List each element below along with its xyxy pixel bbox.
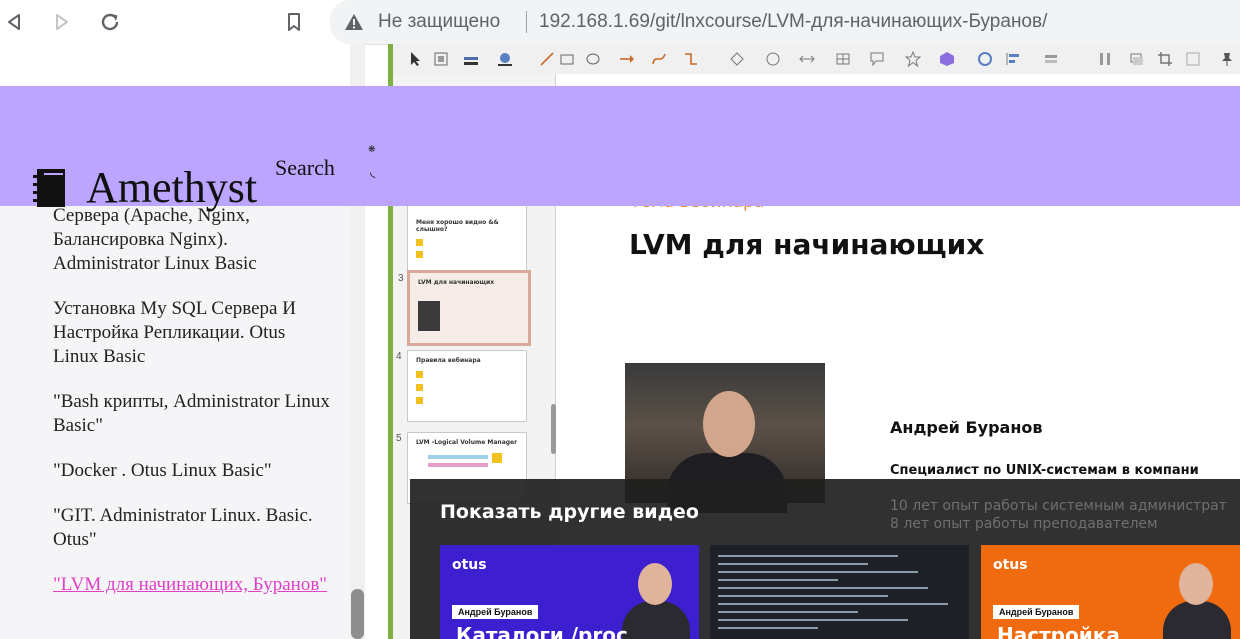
arrange-icon — [1045, 55, 1057, 63]
distribute-icon — [1100, 53, 1110, 65]
3d-object-icon — [940, 52, 954, 66]
site-header: Amethyst Search ❋ ◟ — [0, 86, 1240, 212]
crop-icon — [1158, 52, 1172, 66]
sidebar-item[interactable]: "Docker . Otus Linux Basic" — [53, 459, 333, 483]
notebook-icon[interactable] — [31, 168, 67, 212]
url-text[interactable]: 192.168.1.69/git/lnxcourse/LVM-для-начин… — [539, 11, 1047, 33]
slide-thumbnail-selected[interactable]: 3 LVM для начинающих — [398, 270, 531, 346]
video-card[interactable]: otus Андрей Буранов Настройка — [981, 545, 1240, 639]
more-videos-title: Показать другие видео — [440, 501, 699, 523]
warning-icon[interactable] — [344, 13, 364, 35]
sidebar-nav: Сервера (Apache, Nginx, Балансировка Ngi… — [53, 204, 333, 618]
rotate-icon — [978, 52, 992, 66]
video-card[interactable] — [710, 545, 969, 639]
address-bar[interactable]: Не защищено 192.168.1.69/git/lnxcourse/L… — [330, 0, 1240, 44]
otus-logo: otus — [993, 557, 1028, 573]
sidebar-item[interactable]: "Bash крипты, Administrator Linux Basic" — [53, 390, 333, 438]
slide-title: LVM для начинающих — [629, 228, 985, 261]
bookmark-icon[interactable] — [280, 8, 308, 36]
presenter-thumbnail — [1157, 549, 1237, 639]
forward-icon[interactable] — [48, 8, 76, 36]
video-card[interactable]: otus Андрей Буранов Каталоги /proc — [440, 545, 699, 639]
flowchart-icon — [836, 53, 850, 65]
experience-text: 10 лет опыт работы системным администрат… — [890, 498, 1227, 532]
video-card-caption: Настройка — [997, 623, 1120, 639]
loading-icon: ❋ — [368, 145, 376, 155]
align-icon — [1006, 53, 1019, 65]
callout-icon — [870, 52, 884, 67]
presentation-toolbar — [393, 44, 1240, 75]
slide-thumbnail[interactable]: Меня хорошо видно && слышно? — [407, 204, 527, 276]
sidebar-item[interactable]: "GIT. Administrator Linux. Basic. Otus" — [53, 504, 333, 552]
loading-icon: ◟ — [370, 164, 376, 180]
rectangle-icon — [560, 54, 574, 65]
smiley-icon — [766, 52, 780, 66]
security-status[interactable]: Не защищено — [378, 11, 500, 33]
back-icon[interactable] — [0, 8, 28, 36]
slide-thumbnail[interactable]: 4 Правила вебинара — [396, 350, 527, 422]
presenter-name: Андрей Буранов — [890, 418, 1043, 437]
presenter-role: Специалист по UNIX-системам в компани — [890, 463, 1199, 478]
sidebar-item[interactable]: Установка My SQL Сервера И Настройка Реп… — [53, 297, 333, 369]
fill-color-icon — [498, 53, 512, 66]
diamond-icon — [730, 52, 744, 66]
ellipse-icon — [586, 53, 600, 65]
line-color-icon — [464, 57, 478, 65]
arrow-icon — [620, 55, 634, 63]
search-link[interactable]: Search — [275, 155, 335, 181]
video-card-badge: Андрей Буранов — [993, 605, 1080, 619]
video-card-caption: Каталоги /proc — [456, 623, 628, 639]
sidebar-item[interactable]: Сервера (Apache, Nginx, Балансировка Ngi… — [53, 204, 333, 276]
curve-icon — [652, 53, 666, 65]
grid-icon — [434, 52, 448, 66]
double-arrow-icon — [799, 55, 815, 63]
video-card-badge: Андрей Буранов — [452, 605, 539, 619]
cursor-icon — [411, 52, 420, 66]
more-videos-overlay: 10 лет опыт работы системным администрат… — [410, 479, 1240, 639]
sidebar-item-active[interactable]: "LVM для начинающих, Буранов" — [53, 573, 333, 597]
browser-toolbar: Не защищено 192.168.1.69/git/lnxcourse/L… — [0, 0, 1240, 45]
filter-icon — [1186, 52, 1200, 66]
presenter-thumbnail — [616, 549, 696, 639]
star-icon — [905, 51, 921, 67]
line-icon — [540, 52, 554, 66]
shadow-icon — [1130, 53, 1143, 65]
reload-icon[interactable] — [96, 8, 124, 36]
pin-icon — [1222, 53, 1232, 66]
sidebar-scroll-thumb[interactable] — [351, 589, 364, 639]
site-title[interactable]: Amethyst — [86, 162, 257, 214]
connector-icon — [685, 53, 697, 65]
divider — [526, 11, 527, 33]
otus-logo: otus — [452, 557, 487, 573]
